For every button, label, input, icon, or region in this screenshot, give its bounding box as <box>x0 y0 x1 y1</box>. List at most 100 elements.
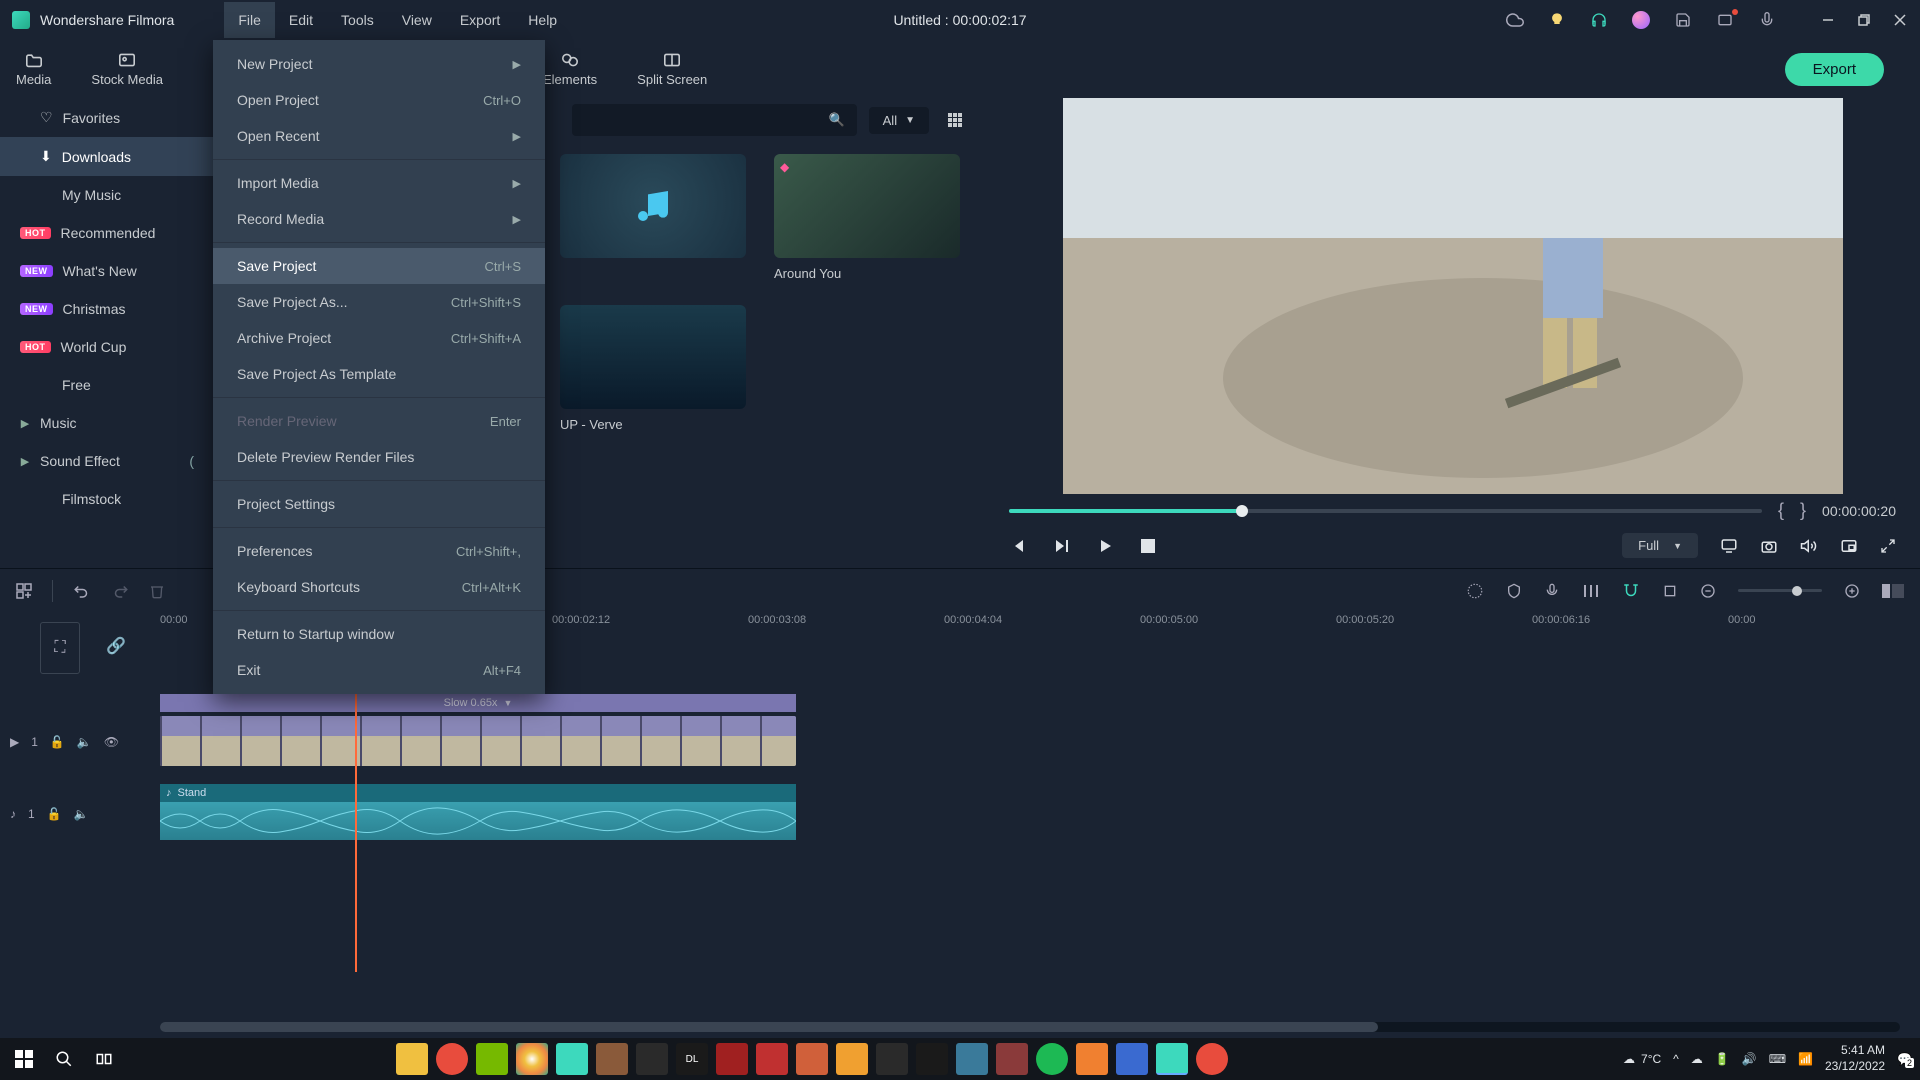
notification-center-icon[interactable]: 💬2 <box>1897 1052 1912 1066</box>
redo-button[interactable] <box>111 582 129 600</box>
video-clip[interactable] <box>160 716 796 766</box>
sidebar-world-cup[interactable]: HOTWorld Cup <box>0 328 214 366</box>
export-button[interactable]: Export <box>1785 53 1884 86</box>
menu-archive-project[interactable]: Archive ProjectCtrl+Shift+A <box>213 320 545 356</box>
task-view-button[interactable] <box>88 1043 120 1075</box>
menu-exit[interactable]: ExitAlt+F4 <box>213 652 545 688</box>
audio-clip[interactable]: ♪Stand <box>160 784 796 840</box>
tray-onedrive-icon[interactable]: ☁ <box>1691 1052 1703 1066</box>
volume-icon[interactable] <box>1800 537 1818 555</box>
minimize-button[interactable] <box>1820 12 1836 28</box>
taskbar-app[interactable] <box>556 1043 588 1075</box>
sidebar-favorites[interactable]: ♡Favorites <box>0 98 214 137</box>
sidebar-my-music[interactable]: My Music <box>0 176 214 214</box>
menu-import-media[interactable]: Import Media▶ <box>213 165 545 201</box>
timeline-scrollbar[interactable] <box>160 1022 1900 1032</box>
pip-icon[interactable] <box>1840 537 1858 555</box>
snap-icon[interactable] <box>1622 582 1640 600</box>
sidebar-whats-new[interactable]: NEWWhat's New <box>0 252 214 290</box>
lock-icon[interactable]: 🔓 <box>50 735 65 749</box>
tab-elements[interactable]: Elements <box>543 52 597 87</box>
media-item[interactable]: ◆ Around You <box>774 154 960 281</box>
avatar-icon[interactable] <box>1632 11 1650 29</box>
sidebar-free[interactable]: Free <box>0 366 214 404</box>
menu-save-project[interactable]: Save ProjectCtrl+S <box>213 248 545 284</box>
menu-export[interactable]: Export <box>446 2 514 38</box>
menu-project-settings[interactable]: Project Settings <box>213 486 545 522</box>
taskbar-app[interactable] <box>1156 1043 1188 1075</box>
tab-stock-media[interactable]: Stock Media <box>91 52 163 87</box>
tray-chevron-icon[interactable]: ^ <box>1673 1052 1679 1066</box>
taskbar-app[interactable] <box>636 1043 668 1075</box>
menu-edit[interactable]: Edit <box>275 2 327 38</box>
menu-preferences[interactable]: PreferencesCtrl+Shift+, <box>213 533 545 569</box>
add-track-icon[interactable] <box>16 583 32 599</box>
grid-view-button[interactable] <box>941 106 969 134</box>
taskbar-app[interactable] <box>796 1043 828 1075</box>
audio-mixer-icon[interactable] <box>1582 583 1600 599</box>
start-button[interactable] <box>8 1043 40 1075</box>
taskbar-app[interactable] <box>516 1043 548 1075</box>
taskbar-app[interactable] <box>876 1043 908 1075</box>
save-icon[interactable] <box>1674 11 1692 29</box>
taskbar-app[interactable] <box>476 1043 508 1075</box>
menu-open-project[interactable]: Open ProjectCtrl+O <box>213 82 545 118</box>
menu-open-recent[interactable]: Open Recent▶ <box>213 118 545 154</box>
voiceover-icon[interactable] <box>1544 583 1560 599</box>
lock-icon[interactable]: 🔓 <box>47 807 62 821</box>
sidebar-filmstock[interactable]: Filmstock <box>0 480 214 518</box>
taskbar-app[interactable] <box>436 1043 468 1075</box>
undo-button[interactable] <box>73 582 91 600</box>
taskbar-app[interactable] <box>756 1043 788 1075</box>
quality-select[interactable]: Full▼ <box>1622 533 1698 558</box>
clip-speed-label[interactable]: Slow 0.65x ▼ <box>160 694 796 712</box>
fit-zoom-icon[interactable] <box>1882 582 1904 600</box>
taskbar-app[interactable] <box>1196 1043 1228 1075</box>
prev-frame-button[interactable] <box>1009 538 1025 554</box>
taskbar-app[interactable] <box>396 1043 428 1075</box>
sidebar-downloads[interactable]: ⬇Downloads <box>0 137 214 176</box>
sidebar-music[interactable]: ▶Music <box>0 404 214 442</box>
filter-dropdown[interactable]: All▼ <box>869 107 929 134</box>
shield-icon[interactable] <box>1506 583 1522 599</box>
zoom-out-icon[interactable] <box>1700 583 1716 599</box>
taskbar-app[interactable] <box>1076 1043 1108 1075</box>
stop-button[interactable] <box>1141 539 1155 553</box>
display-icon[interactable] <box>1720 537 1738 555</box>
lightbulb-icon[interactable] <box>1548 11 1566 29</box>
weather-icon[interactable]: ☁ 7°C <box>1623 1052 1661 1066</box>
taskbar-app[interactable] <box>996 1043 1028 1075</box>
preview-viewport[interactable] <box>1063 98 1843 494</box>
menu-keyboard-shortcuts[interactable]: Keyboard ShortcutsCtrl+Alt+K <box>213 569 545 605</box>
taskbar-app[interactable] <box>836 1043 868 1075</box>
taskbar-app[interactable]: DL <box>676 1043 708 1075</box>
crop-icon[interactable] <box>1662 583 1678 599</box>
cloud-icon[interactable] <box>1506 11 1524 29</box>
close-button[interactable] <box>1892 12 1908 28</box>
scrub-bar[interactable] <box>1009 509 1762 513</box>
tray-battery-icon[interactable]: 🔋 <box>1715 1052 1730 1066</box>
menu-save-project-as[interactable]: Save Project As...Ctrl+Shift+S <box>213 284 545 320</box>
media-item[interactable]: UP - Verve <box>560 305 746 432</box>
mark-out-icon[interactable]: } <box>1800 500 1806 521</box>
visibility-icon[interactable]: 👁 <box>104 735 119 749</box>
headphones-icon[interactable] <box>1590 11 1608 29</box>
play-button[interactable] <box>1097 538 1113 554</box>
tray-language-icon[interactable]: ⌨ <box>1769 1052 1786 1066</box>
snapshot-icon[interactable] <box>1760 537 1778 555</box>
menu-help[interactable]: Help <box>514 2 571 38</box>
mark-in-icon[interactable]: { <box>1778 500 1784 521</box>
menu-file[interactable]: File <box>224 2 275 38</box>
step-button[interactable] <box>1053 538 1069 554</box>
notification-icon[interactable] <box>1716 11 1734 29</box>
menu-new-project[interactable]: New Project▶ <box>213 46 545 82</box>
zoom-slider[interactable] <box>1738 589 1822 592</box>
mic-icon[interactable] <box>1758 11 1776 29</box>
maximize-button[interactable] <box>1856 12 1872 28</box>
taskbar-app[interactable] <box>716 1043 748 1075</box>
system-clock[interactable]: 5:41 AM 23/12/2022 <box>1825 1043 1885 1074</box>
tray-volume-icon[interactable]: 🔊 <box>1742 1052 1757 1066</box>
menu-return-startup[interactable]: Return to Startup window <box>213 616 545 652</box>
search-button[interactable] <box>48 1043 80 1075</box>
delete-button[interactable] <box>149 583 165 599</box>
